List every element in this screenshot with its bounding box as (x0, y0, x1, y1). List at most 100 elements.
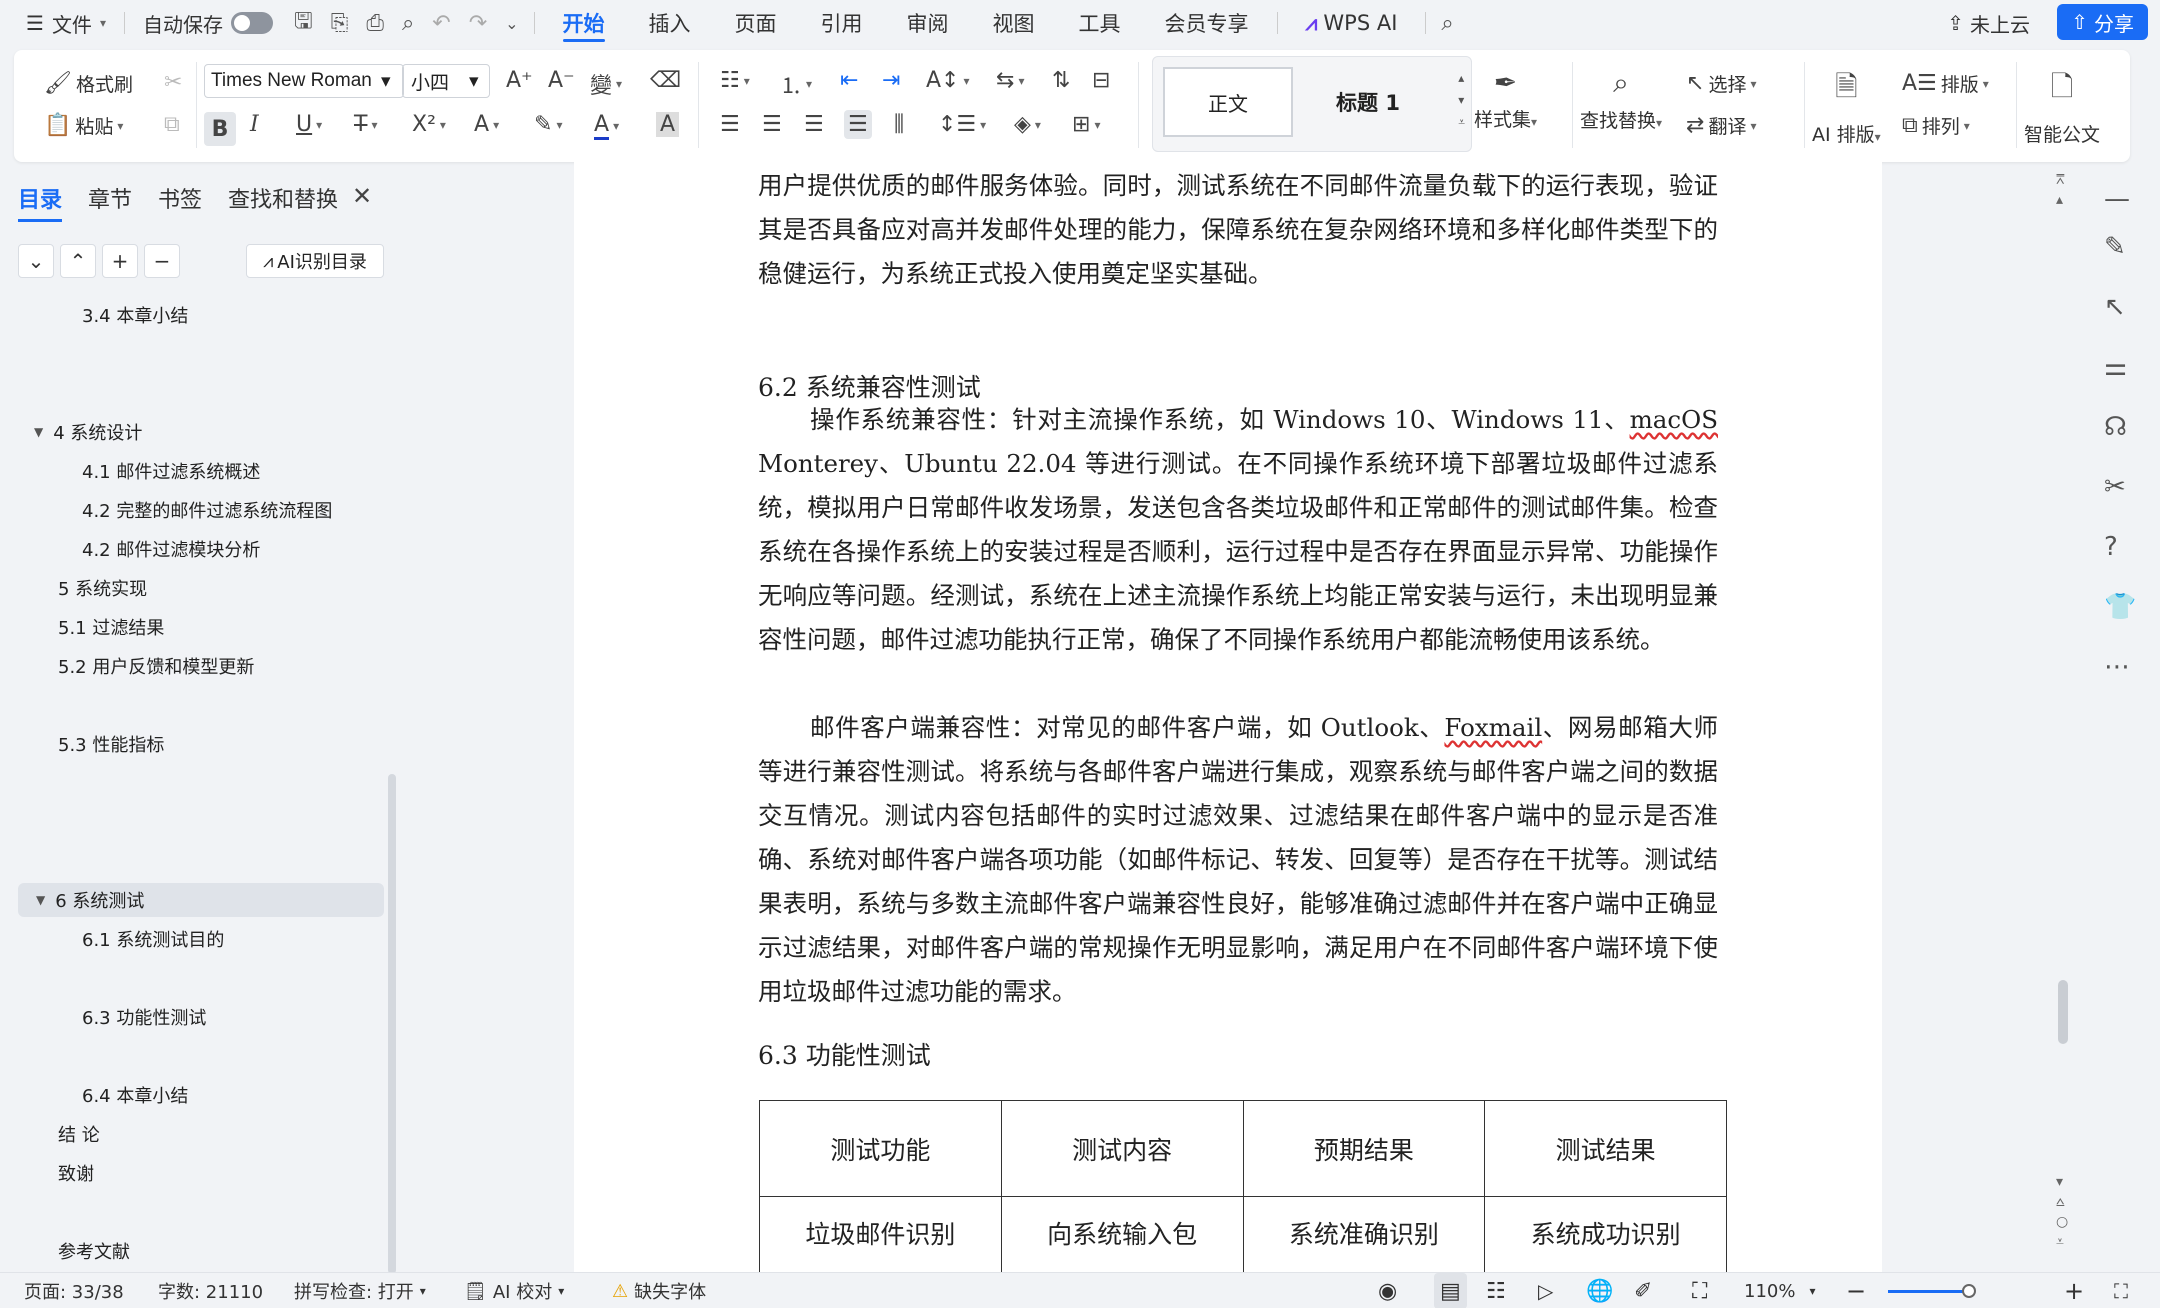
line-spacing-button[interactable]: ↕☰ ▾ (938, 112, 986, 137)
font-size-select[interactable]: 小四 ▾ (402, 64, 490, 98)
style-normal[interactable]: 正文 (1163, 67, 1293, 137)
ai-proofread-button[interactable]: 🗒 AI 校对 ▾ (464, 1273, 564, 1308)
smart-doc-button[interactable]: 🗋 智能公文 (2024, 66, 2100, 147)
toc-item[interactable]: 5 系统实现 (58, 571, 147, 605)
redo-icon[interactable]: ↷ (460, 0, 496, 46)
toc-item[interactable]: 6.4 本章小结 (82, 1078, 188, 1112)
toc-item[interactable]: 3.4 本章小结 (82, 298, 188, 332)
adjust-sliders-icon[interactable]: ⚌ (2104, 352, 2127, 382)
scroll-top-icon[interactable]: ⩞ ▴ (2056, 170, 2065, 210)
page-view-icon[interactable]: ▤ (1434, 1273, 1467, 1308)
tab-bookmarks[interactable]: 书签 (158, 182, 202, 214)
char-shading-button[interactable]: A (656, 112, 680, 137)
tab-insert[interactable]: 插入 (627, 0, 713, 46)
fit-page-icon[interactable]: ⛶ (1692, 1273, 1707, 1308)
write-mode-icon[interactable]: ✐ (1634, 1273, 1652, 1308)
assistant-icon[interactable]: ☊ (2104, 412, 2127, 442)
cloud-status[interactable]: ⇪ 未上云 (1947, 0, 2030, 46)
decrease-indent-icon[interactable]: ⇤ (840, 68, 858, 93)
shading-button[interactable]: ◈ ▾ (1014, 112, 1041, 137)
italic-button[interactable]: I (250, 112, 259, 137)
toc-item[interactable]: 5.3 性能指标 (58, 727, 164, 761)
print-preview-icon[interactable]: ⌕ (393, 0, 423, 46)
font-name-select[interactable]: Times New Roman ▾ (204, 64, 404, 98)
toc-item[interactable]: 结 论 (58, 1117, 100, 1151)
toc-item[interactable]: 参考文献 (58, 1234, 130, 1268)
save-icon[interactable]: 🖫 (285, 0, 322, 46)
collapse-up-icon[interactable]: ⌃ (60, 244, 96, 278)
align-left-icon[interactable]: ☰ (720, 112, 740, 137)
style-heading-1[interactable]: 标题 1 (1303, 67, 1433, 137)
font-color-button[interactable]: A ▾ (594, 112, 619, 140)
sort-icon[interactable]: ⇅ (1052, 68, 1070, 93)
underline-button[interactable]: U ▾ (296, 112, 322, 137)
highlight-button[interactable]: ✎ ▾ (534, 112, 562, 137)
toc-item[interactable]: ▼ 4 系统设计 (34, 415, 142, 449)
expand-down-icon[interactable]: ⌄ (18, 244, 54, 278)
superscript-button[interactable]: X² ▾ (412, 112, 446, 137)
cut-icon[interactable]: ✂ (164, 70, 182, 95)
share-button[interactable]: ⇧ 分享 (2057, 4, 2148, 40)
toc-item[interactable]: 4.2 完整的邮件过滤系统流程图 (82, 493, 332, 527)
bold-button[interactable]: B (204, 112, 236, 146)
spell-error-word[interactable]: Foxmail (1444, 713, 1542, 742)
show-marks-icon[interactable]: ⊟ (1092, 68, 1110, 93)
page-nav-icon[interactable]: ▾ ⩟ ○ ⩡ (2056, 1172, 2068, 1252)
toc-item[interactable]: 5.2 用户反馈和模型更新 (58, 649, 254, 683)
missing-font-warning[interactable]: ⚠ 缺失字体 (612, 1273, 706, 1308)
eye-protection-icon[interactable]: ◉ (1378, 1273, 1397, 1308)
text-effect-button[interactable]: A ▾ (474, 112, 499, 137)
tab-page[interactable]: 页面 (713, 0, 799, 46)
help-icon[interactable]: ? (2104, 532, 2118, 562)
arrange-button[interactable]: ⧉ 排列 ▾ (1902, 112, 1970, 139)
style-set-button[interactable]: ✒ 样式集▾ (1474, 66, 1537, 132)
select-cursor-icon[interactable]: ↖ (2104, 292, 2126, 322)
typeset-button[interactable]: A☰ 排版 ▾ (1902, 70, 1989, 97)
tab-toc[interactable]: 目录 (18, 182, 63, 222)
toc-item[interactable]: 4.1 邮件过滤系统概述 (82, 454, 260, 488)
more-icon[interactable]: ⋯ (2104, 652, 2130, 682)
fullscreen-icon[interactable]: ⛶ (2114, 1273, 2128, 1308)
numbered-list-button[interactable]: ⒈ ▾ (780, 68, 812, 100)
expand-triangle-icon[interactable]: ▼ (36, 893, 45, 907)
toggle-switch[interactable] (230, 12, 273, 34)
spell-check-toggle[interactable]: 拼写检查: 打开 ▾ (294, 1273, 426, 1308)
gallery-scroll-icon[interactable]: ▴ ▾ ⩡ (1458, 67, 1465, 133)
toc-item-selected[interactable]: ▼ 6 系统测试 (18, 883, 384, 917)
bullet-list-button[interactable]: ☷ ▾ (720, 68, 750, 93)
remove-icon[interactable]: − (144, 244, 180, 278)
tab-view[interactable]: 视图 (971, 0, 1057, 46)
shrink-font-icon[interactable]: A⁻ (548, 68, 575, 93)
justify-icon[interactable]: ☰ (844, 110, 872, 139)
distribute-icon[interactable]: ⫼ (894, 112, 904, 137)
print-icon[interactable]: ⎙ (357, 0, 393, 46)
page-indicator[interactable]: 页面: 33/38 (24, 1273, 124, 1308)
tools-icon[interactable]: ✂ (2104, 472, 2126, 502)
toc-item[interactable]: 6.3 功能性测试 (82, 1000, 206, 1034)
tab-tools[interactable]: 工具 (1057, 0, 1143, 46)
tab-member[interactable]: 会员专享 (1143, 0, 1271, 46)
grow-font-icon[interactable]: A⁺ (506, 68, 533, 93)
copy-icon[interactable]: ⧉ (164, 112, 180, 137)
clear-format-icon[interactable]: ⌫ (650, 68, 681, 93)
panel-scrollbar[interactable] (388, 774, 396, 1274)
wps-ai-button[interactable]: ⩘ WPS AI (1284, 0, 1420, 46)
convert-button[interactable]: ⇆ ▾ (996, 68, 1024, 93)
tab-chapters[interactable]: 章节 (88, 182, 132, 214)
zoom-slider-handle[interactable] (1962, 1284, 1976, 1298)
pen-icon[interactable]: ✎ (2104, 232, 2126, 262)
find-replace-button[interactable]: ⌕ 查找替换▾ (1580, 66, 1662, 133)
export-icon[interactable]: ⎘ (322, 0, 358, 46)
table-header-cell[interactable]: 测试功能 (759, 1100, 1002, 1197)
translate-button[interactable]: ⇄ 翻译 ▾ (1686, 112, 1756, 139)
skin-icon[interactable]: 👕 (2104, 592, 2136, 622)
read-mode-icon[interactable]: ▷ (1538, 1273, 1553, 1308)
align-right-icon[interactable]: ☰ (804, 112, 824, 137)
document-page[interactable]: 用户提供优质的邮件服务体验。同时，测试系统在不同邮件流量负载下的运行表现，验证其… (574, 162, 1882, 1308)
file-menu[interactable]: ☰ 文件 ▾ (0, 0, 118, 46)
select-button[interactable]: ↖ 选择 ▾ (1686, 70, 1756, 97)
expand-triangle-icon[interactable]: ▼ (34, 425, 43, 439)
outline-view-icon[interactable]: ☷ (1486, 1273, 1506, 1308)
text-direction-button[interactable]: A↕ ▾ (926, 68, 970, 93)
toc-item[interactable]: 6.1 系统测试目的 (82, 922, 224, 956)
